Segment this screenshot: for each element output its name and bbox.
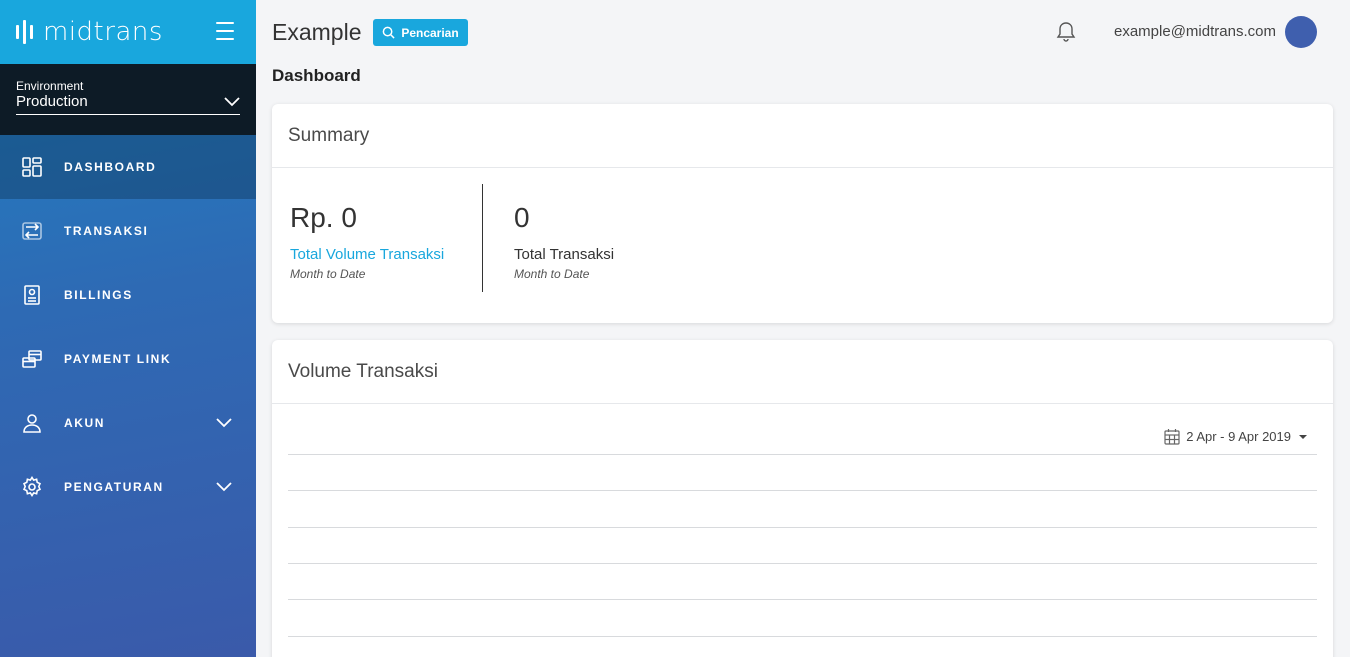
count-value: 0	[514, 202, 530, 233]
chart-gridline	[288, 527, 1317, 528]
search-icon	[382, 26, 395, 39]
search-button[interactable]: Pencarian	[373, 19, 468, 46]
chart-gridline	[288, 636, 1317, 637]
user-email[interactable]: example@midtrans.com	[1114, 23, 1276, 40]
user-icon	[20, 411, 44, 435]
chart-gridline	[288, 563, 1317, 564]
chart-gridline	[288, 599, 1317, 600]
volume-value: Rp. 0	[290, 202, 357, 233]
chevron-down-icon	[216, 482, 232, 492]
transaction-icon	[20, 219, 44, 243]
sidebar-item-label: TRANSAKSI	[64, 224, 149, 238]
date-range-label: 2 Apr - 9 Apr 2019	[1186, 429, 1291, 444]
sidebar-item-label: BILLINGS	[64, 288, 133, 302]
search-button-label: Pencarian	[401, 25, 459, 40]
billing-icon	[20, 283, 44, 307]
midtrans-logo-mark	[16, 18, 33, 46]
volume-label: Total Volume Transaksi	[290, 246, 445, 263]
date-range-picker[interactable]: 2 Apr - 9 Apr 2019	[1164, 428, 1307, 445]
calendar-icon	[1164, 429, 1180, 445]
count-stat: 0 Total Transaksi Month to Date	[514, 202, 614, 281]
caret-down-icon	[1299, 434, 1307, 439]
sidebar-item-transaksi[interactable]: TRANSAKSI	[0, 199, 256, 263]
sidebar-item-payment-link[interactable]: PAYMENT LINK	[0, 327, 256, 391]
sidebar: midtrans Environment Production DASHBOAR…	[0, 0, 256, 657]
environment-selector: Environment Production	[0, 64, 256, 135]
environment-value: Production	[16, 93, 88, 110]
sidebar-nav: DASHBOARD TRANSAKSI BILLINGS PAYMENT LIN…	[0, 135, 256, 519]
sidebar-item-billings[interactable]: BILLINGS	[0, 263, 256, 327]
bell-icon[interactable]	[1056, 21, 1076, 43]
top-bar: Example Pencarian example@midtrans.com	[256, 0, 1350, 64]
avatar[interactable]	[1285, 16, 1317, 48]
chart-gridline	[288, 454, 1317, 455]
count-label: Total Transaksi	[514, 246, 615, 263]
sidebar-item-label: DASHBOARD	[64, 160, 157, 174]
sidebar-item-dashboard[interactable]: DASHBOARD	[0, 135, 256, 199]
volume-stat: Rp. 0 Total Volume Transaksi Month to Da…	[290, 202, 444, 281]
count-period: Month to Date	[514, 267, 590, 281]
brand-bar: midtrans	[0, 0, 256, 64]
hamburger-menu-icon[interactable]	[216, 22, 234, 40]
summary-card: Summary Rp. 0 Total Volume Transaksi Mon…	[272, 104, 1333, 323]
volume-card-title: Volume Transaksi	[272, 340, 1333, 404]
site-name: Example	[272, 19, 362, 45]
sidebar-item-label: PAYMENT LINK	[64, 352, 172, 366]
environment-dropdown[interactable]: Production	[16, 93, 240, 115]
payment-link-icon	[20, 347, 44, 371]
volume-transaksi-card: Volume Transaksi 2 Apr - 9 Apr 2019	[272, 340, 1333, 657]
dashboard-icon	[20, 155, 44, 179]
volume-period: Month to Date	[290, 267, 366, 281]
sidebar-item-label: AKUN	[64, 416, 106, 430]
sidebar-item-label: PENGATURAN	[64, 480, 164, 494]
chevron-down-icon	[216, 418, 232, 428]
main-content: Example Pencarian example@midtrans.com D…	[256, 0, 1350, 657]
gear-icon	[20, 475, 44, 499]
environment-label: Environment	[16, 79, 84, 93]
midtrans-logo[interactable]: midtrans	[16, 17, 163, 47]
sidebar-item-akun[interactable]: AKUN	[0, 391, 256, 455]
chevron-down-icon	[224, 96, 240, 106]
chart-gridline	[288, 490, 1317, 491]
page-title: Dashboard	[272, 66, 361, 85]
brand-name: midtrans	[43, 17, 163, 47]
sidebar-item-pengaturan[interactable]: PENGATURAN	[0, 455, 256, 519]
summary-card-title: Summary	[272, 104, 1333, 168]
stat-divider	[482, 184, 483, 292]
